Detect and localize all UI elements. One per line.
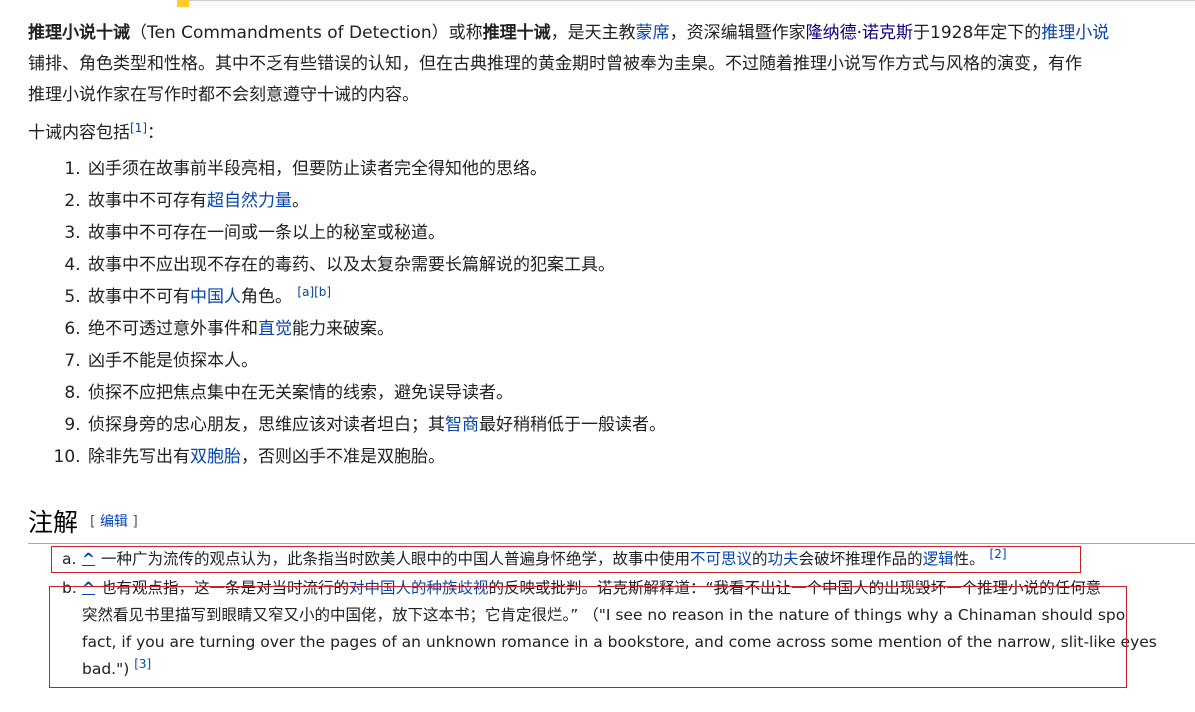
link-twins[interactable]: 双胞胎 xyxy=(190,447,241,467)
intro-text: 于1928年定下的 xyxy=(913,23,1042,43)
link-chinese-people[interactable]: 中国人 xyxy=(190,287,241,307)
list-item: 除非先写出有双胞胎，否则凶手不准是双胞胎。 xyxy=(86,441,1195,473)
backlink-caret[interactable]: ^ xyxy=(82,550,95,568)
list-item: 故事中不可有中国人角色。 [a][b] xyxy=(86,281,1195,313)
item-text: 故事中不可存在一间或一条以上的秘室或秘道。 xyxy=(88,223,445,243)
list-item: 凶手须在故事前半段亮相，但要防止读者完全得知他的思络。 xyxy=(86,153,1195,185)
list-item: 侦探不应把焦点集中在无关案情的线索，避免误导读者。 xyxy=(86,377,1195,409)
backlink-caret[interactable]: ^ xyxy=(82,579,95,597)
link-racial-discrimination[interactable]: 对中国人的种族歧视 xyxy=(349,579,489,597)
intro-line-2: 铺排、角色类型和性格。其中不乏有些错误的认知，但在古典推理的黄金期时曾被奉为圭臬… xyxy=(28,54,1082,74)
note-b: b. ^ 也有观点指，这一条是对当时流行的对中国人的种族歧视的反映或批判。诺克斯解… xyxy=(62,575,1195,683)
item-text: 凶手不能是侦探本人。 xyxy=(88,351,258,371)
intro-text: ，是天主教 xyxy=(550,23,636,43)
item-text: 侦探不应把焦点集中在无关案情的线索，避免误导读者。 xyxy=(88,383,513,403)
list-item: 凶手不能是侦探本人。 xyxy=(86,345,1195,377)
alias-bold: 推理十诫 xyxy=(482,23,551,43)
item-text: 侦探身旁的忠心朋友，思维应该对读者坦白；其 xyxy=(88,415,445,435)
edit-section-link[interactable]: 编辑 xyxy=(100,514,128,530)
note-text: 也有观点指，这一条是对当时流行的 xyxy=(101,579,350,597)
notes-heading: 注解 [ 编辑 ] xyxy=(28,503,1195,544)
link-iq[interactable]: 智商 xyxy=(445,415,479,435)
commandments-list: 凶手须在故事前半段亮相，但要防止读者完全得知他的思络。 故事中不可存有超自然力量… xyxy=(28,153,1195,473)
note-a-line-1: ^ 一种广为流传的观点认为，此条指当时欧美人眼中的中国人普遍身怀绝学，故事中使用不… xyxy=(82,546,1195,573)
reference-2-link[interactable]: [2] xyxy=(990,547,1007,561)
link-supernatural[interactable]: 超自然力量 xyxy=(207,191,292,211)
term-bold: 推理小说十诫 xyxy=(28,23,130,43)
note-b-line-3: fact, if you are turning over the pages … xyxy=(82,633,1157,651)
intro-text: （Ten Commandments of Detection）或称 xyxy=(130,23,483,43)
note-text: 的反映或批判。诺克斯解释道：“我看不出让一个中国人的出现毁坏一个推理小说的任何意 xyxy=(488,579,1102,597)
reference-a-b[interactable]: [a][b] xyxy=(297,285,331,299)
edit-bracket-open: [ xyxy=(90,514,100,530)
reference-a-b-link[interactable]: [a][b] xyxy=(297,285,331,299)
note-text: bad.") xyxy=(82,660,130,678)
reference-1-link[interactable]: [1] xyxy=(130,121,147,135)
reference-3[interactable]: [3] xyxy=(134,657,151,671)
note-text: 会破坏推理作品的 xyxy=(798,550,923,568)
link-inconceivable[interactable]: 不可思议 xyxy=(690,550,752,568)
top-strip xyxy=(177,0,1195,8)
note-b-line-1: ^ 也有观点指，这一条是对当时流行的对中国人的种族歧视的反映或批判。诺克斯解释道：… xyxy=(82,575,1195,602)
list-item: 故事中不可存在一间或一条以上的秘室或秘道。 xyxy=(86,217,1195,249)
item-text: 能力来破案。 xyxy=(292,319,394,339)
note-marker: b. xyxy=(62,579,77,597)
intro-line-3: 推理小说作家在写作时都不会刻意遵守十诫的内容。 xyxy=(28,85,419,105)
list-intro-text: 十诫内容包括 xyxy=(28,123,130,143)
notes-list: a. ^ 一种广为流传的观点认为，此条指当时欧美人眼中的中国人普遍身怀绝学，故事中… xyxy=(62,546,1195,683)
intro-line-1: 推理小说十诫（Ten Commandments of Detection）或称推… xyxy=(28,18,1195,49)
item-text: 除非先写出有 xyxy=(88,447,190,467)
note-b-line-2: 突然看见书里描写到眼睛又窄又小的中国佬，放下这本书；它肯定很烂。” （"I se… xyxy=(82,606,1126,624)
item-text: 。 xyxy=(292,191,309,211)
list-intro-colon: ： xyxy=(147,123,164,143)
article-content: 推理小说十诫（Ten Commandments of Detection）或称推… xyxy=(28,18,1195,473)
list-item: 绝不可透过意外事件和直觉能力来破案。 xyxy=(86,313,1195,345)
intro-paragraph: 推理小说十诫（Ten Commandments of Detection）或称推… xyxy=(28,18,1195,111)
list-item: 故事中不应出现不存在的毒药、以及太复杂需要长篇解说的犯案工具。 xyxy=(86,249,1195,281)
edit-section: [ 编辑 ] xyxy=(90,514,138,530)
link-monsignor[interactable]: 蒙席 xyxy=(636,23,670,43)
item-text: 角色。 xyxy=(241,287,292,307)
item-text: 最好稍稍低于一般读者。 xyxy=(479,415,666,435)
link-intuition[interactable]: 直觉 xyxy=(258,319,292,339)
note-text: 一种广为流传的观点认为，此条指当时欧美人眼中的中国人普遍身怀绝学，故事中使用 xyxy=(101,550,691,568)
item-text: 故事中不可存有 xyxy=(88,191,207,211)
section-title: 注解 xyxy=(28,508,79,537)
item-text: 故事中不可有 xyxy=(88,287,190,307)
list-item: 侦探身旁的忠心朋友，思维应该对读者坦白；其智商最好稍稍低于一般读者。 xyxy=(86,409,1195,441)
note-b-line-4: bad.") [3] xyxy=(82,656,1195,683)
link-ronald-knox[interactable]: 隆纳德·诺克斯 xyxy=(806,23,913,43)
intro-text: ，资深编辑暨作家 xyxy=(669,23,806,43)
link-logic[interactable]: 逻辑 xyxy=(923,550,954,568)
list-item: 故事中不可存有超自然力量。 xyxy=(86,185,1195,217)
reference-1[interactable]: [1] xyxy=(130,121,147,135)
link-detective-fiction[interactable]: 推理小说 xyxy=(1041,23,1109,43)
list-intro: 十诫内容包括[1]： xyxy=(28,121,1195,145)
reference-3-link[interactable]: [3] xyxy=(134,657,151,671)
item-text: 故事中不应出现不存在的毒药、以及太复杂需要长篇解说的犯案工具。 xyxy=(88,255,615,275)
item-text: 绝不可透过意外事件和 xyxy=(88,319,258,339)
note-a: a. ^ 一种广为流传的观点认为，此条指当时欧美人眼中的中国人普遍身怀绝学，故事中… xyxy=(62,546,1195,573)
edit-bracket-close: ] xyxy=(127,514,138,530)
reference-2[interactable]: [2] xyxy=(990,547,1007,561)
top-strip-accent xyxy=(177,0,189,7)
item-text: ，否则凶手不准是双胞胎。 xyxy=(241,447,445,467)
note-text: 的 xyxy=(752,550,768,568)
note-text: 性。 xyxy=(953,550,985,568)
item-text: 凶手须在故事前半段亮相，但要防止读者完全得知他的思络。 xyxy=(88,159,547,179)
note-marker: a. xyxy=(62,550,77,568)
link-kung-fu[interactable]: 功夫 xyxy=(768,550,799,568)
